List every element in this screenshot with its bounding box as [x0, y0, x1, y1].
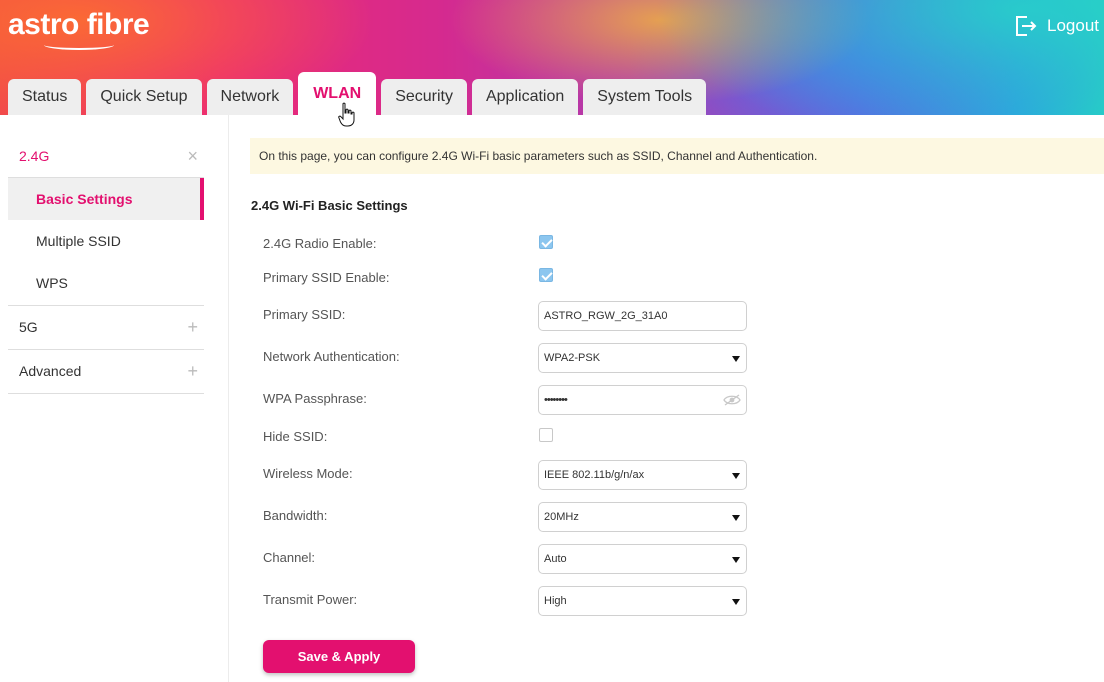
- bandwidth-select[interactable]: 20MHz: [538, 502, 747, 532]
- channel-label: Channel:: [263, 550, 316, 565]
- hide-ssid-checkbox[interactable]: [539, 428, 553, 442]
- sidebar-group-5g[interactable]: 5G +: [8, 306, 204, 348]
- hand-cursor-icon: [338, 102, 355, 127]
- sidebar-group-label: Advanced: [19, 363, 82, 379]
- dropdown-arrow-icon: [732, 599, 740, 605]
- tab-security[interactable]: Security: [381, 79, 467, 115]
- info-notice: On this page, you can configure 2.4G Wi-…: [250, 138, 1104, 174]
- main-tabs: Status Quick Setup Network WLAN Security…: [8, 72, 711, 115]
- section-title: 2.4G Wi-Fi Basic Settings: [251, 198, 408, 213]
- bandwidth-label: Bandwidth:: [263, 508, 328, 523]
- wpa-passphrase-value: ••••••••: [544, 394, 568, 406]
- tab-application[interactable]: Application: [471, 79, 579, 115]
- hide-password-eye-icon[interactable]: [723, 393, 741, 407]
- tab-status[interactable]: Status: [8, 79, 82, 115]
- logout-label: Logout: [1047, 16, 1099, 35]
- logo: astro fibre: [8, 8, 150, 41]
- expand-icon[interactable]: +: [187, 318, 198, 336]
- logout-button[interactable]: Logout: [1013, 14, 1099, 38]
- transmit-power-label: Transmit Power:: [263, 592, 358, 607]
- tab-quick-setup[interactable]: Quick Setup: [86, 79, 202, 115]
- sidebar-item-wps[interactable]: WPS: [8, 262, 204, 304]
- wpa-passphrase-label: WPA Passphrase:: [263, 391, 367, 406]
- channel-select[interactable]: Auto: [538, 544, 747, 574]
- sidebar: 2.4G × Basic Settings Multiple SSID WPS …: [0, 115, 229, 682]
- wpa-passphrase-input[interactable]: ••••••••: [538, 385, 747, 415]
- radio-enable-label: 2.4G Radio Enable:: [263, 236, 377, 251]
- primary-ssid-value: ASTRO_RGW_2G_31A0: [544, 310, 668, 322]
- network-auth-select[interactable]: WPA2-PSK: [538, 343, 747, 373]
- primary-ssid-input[interactable]: ASTRO_RGW_2G_31A0: [538, 301, 747, 331]
- network-auth-value: WPA2-PSK: [544, 352, 601, 364]
- logout-icon: [1016, 16, 1037, 36]
- wireless-mode-label: Wireless Mode:: [263, 466, 353, 481]
- dropdown-arrow-icon: [732, 557, 740, 563]
- logo-swoosh: [44, 40, 114, 50]
- sidebar-item-multiple-ssid[interactable]: Multiple SSID: [8, 220, 204, 262]
- tab-network[interactable]: Network: [206, 79, 294, 115]
- save-apply-button[interactable]: Save & Apply: [263, 640, 415, 673]
- bandwidth-value: 20MHz: [544, 511, 579, 523]
- wireless-mode-select[interactable]: IEEE 802.11b/g/n/ax: [538, 460, 747, 490]
- dropdown-arrow-icon: [732, 515, 740, 521]
- header-banner: astro fibre Logout Status Quick Setup Ne…: [0, 0, 1104, 115]
- hide-ssid-label: Hide SSID:: [263, 429, 328, 444]
- collapse-icon[interactable]: ×: [187, 147, 198, 165]
- primary-ssid-enable-label: Primary SSID Enable:: [263, 270, 390, 285]
- expand-icon[interactable]: +: [187, 362, 198, 380]
- transmit-power-value: High: [544, 595, 567, 607]
- transmit-power-select[interactable]: High: [538, 586, 747, 616]
- sidebar-divider: [8, 393, 204, 394]
- radio-enable-checkbox[interactable]: [539, 235, 553, 249]
- sidebar-group-advanced[interactable]: Advanced +: [8, 350, 204, 392]
- sidebar-item-basic-settings[interactable]: Basic Settings: [8, 178, 204, 220]
- tab-system-tools[interactable]: System Tools: [583, 79, 707, 115]
- dropdown-arrow-icon: [732, 356, 740, 362]
- sidebar-group-2-4g[interactable]: 2.4G ×: [8, 135, 204, 177]
- primary-ssid-enable-checkbox[interactable]: [539, 268, 553, 282]
- network-auth-label: Network Authentication:: [263, 349, 400, 364]
- channel-value: Auto: [544, 553, 567, 565]
- wireless-mode-value: IEEE 802.11b/g/n/ax: [544, 469, 645, 481]
- sidebar-group-label: 5G: [19, 319, 38, 335]
- dropdown-arrow-icon: [732, 473, 740, 479]
- primary-ssid-label: Primary SSID:: [263, 307, 346, 322]
- sidebar-group-label: 2.4G: [19, 148, 50, 164]
